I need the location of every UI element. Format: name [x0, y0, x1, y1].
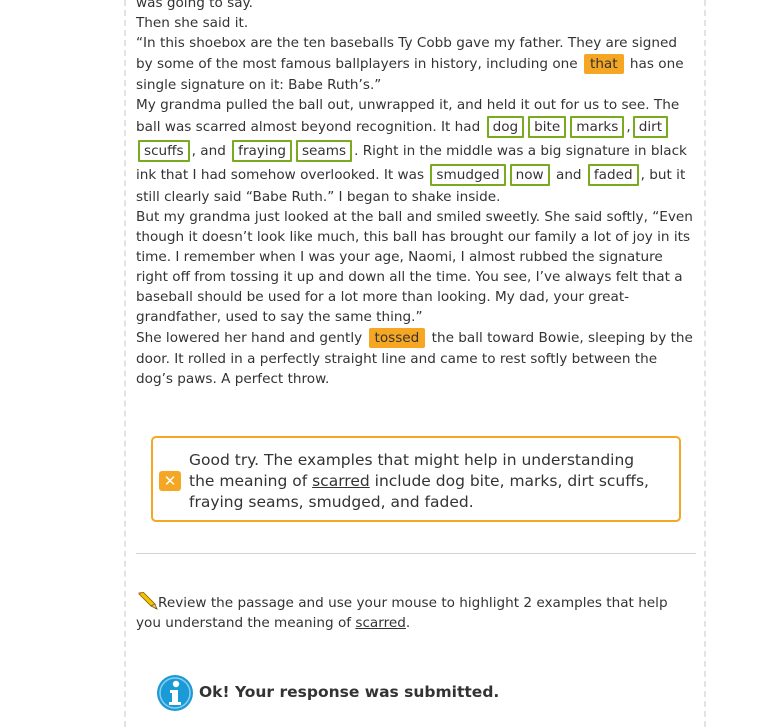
highlight-bite[interactable]: bite: [528, 116, 567, 138]
question-prompt: Review the passage and use your mouse to…: [136, 591, 696, 633]
highlight-faded[interactable]: faded: [587, 164, 639, 186]
feedback-text: Good try. The examples that might help i…: [189, 451, 649, 511]
passage-paragraph-4: But my grandma just looked at the ball a…: [136, 209, 693, 325]
highlight-fraying[interactable]: fraying: [232, 140, 292, 162]
section-divider: [136, 553, 696, 554]
x-icon: ✕: [159, 471, 181, 491]
passage-line-cut: was going to say.: [136, 0, 253, 11]
pencil-icon: [136, 591, 158, 610]
feedback-target-word: scarred: [312, 472, 370, 490]
passage-paragraph-1: Then she said it.: [136, 15, 249, 31]
highlight-that[interactable]: that: [583, 54, 624, 74]
highlight-tossed[interactable]: tossed: [368, 328, 426, 348]
highlight-smudged[interactable]: smudged: [430, 164, 506, 186]
highlight-marks[interactable]: marks: [570, 116, 625, 138]
highlight-seams[interactable]: seams: [295, 140, 353, 162]
reading-passage: was going to say. Then she said it. “In …: [136, 0, 696, 389]
highlight-dirt[interactable]: dirt: [632, 116, 669, 138]
info-icon: [157, 675, 193, 711]
passage-paragraph-3: My grandma pulled the ball out, unwrappe…: [136, 97, 687, 205]
feedback-box: ✕ Good try. The examples that might help…: [151, 436, 681, 522]
highlight-scuffs[interactable]: scuffs: [138, 140, 190, 162]
passage-paragraph-5: She lowered her hand and gently tossed t…: [136, 328, 693, 387]
passage-paragraph-2: “In this shoebox are the ten baseballs T…: [136, 35, 684, 93]
status-message: Ok! Your response was submitted.: [199, 683, 500, 701]
prompt-target-word: scarred: [355, 615, 406, 631]
highlight-dog[interactable]: dog: [486, 116, 525, 138]
highlight-now[interactable]: now: [509, 164, 550, 186]
